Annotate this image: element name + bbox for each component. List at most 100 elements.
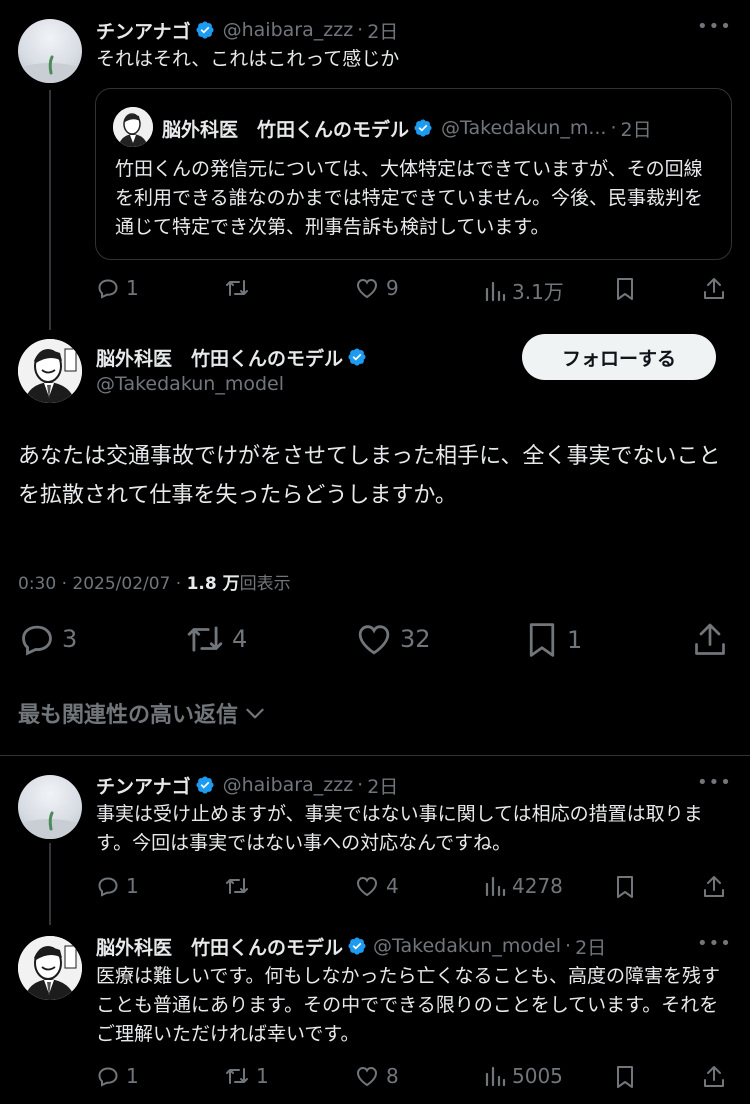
reply-count: 1 [126, 874, 139, 898]
separator-dot: · [357, 774, 364, 796]
more-icon[interactable]: ••• [697, 16, 732, 37]
views-count: 3.1万 [512, 280, 564, 304]
author-name[interactable]: 脳外科医 竹田くんのモデル [96, 344, 343, 371]
quote-author-handle[interactable]: @Takedakun_m... [441, 117, 606, 139]
share-button[interactable] [702, 874, 726, 900]
reply-count: 1 [126, 1064, 139, 1088]
avatar[interactable] [18, 19, 82, 83]
repost-button[interactable] [224, 276, 250, 300]
like-icon [356, 876, 378, 897]
doctor-avatar-image [18, 936, 82, 1000]
like-button[interactable]: 4 [354, 874, 399, 898]
share-button[interactable] [692, 620, 728, 660]
garden-eel-image [18, 811, 82, 839]
reply-button[interactable]: 1 [96, 276, 139, 300]
more-icon[interactable]: ••• [697, 933, 732, 954]
reply-button[interactable]: 1 [96, 874, 139, 898]
post-timestamp[interactable]: 0:30 · 2025/02/07 · [18, 574, 187, 594]
reply-count: 1 [126, 276, 139, 300]
quote-author-name[interactable]: 脳外科医 竹田くんのモデル [162, 115, 409, 142]
share-icon [704, 1066, 724, 1087]
separator-dot: · [565, 935, 572, 957]
bookmark-button[interactable] [613, 1064, 637, 1090]
garden-eel-image [18, 55, 82, 83]
verified-badge-icon [196, 776, 214, 794]
bookmark-icon [617, 876, 633, 898]
reply-sort-selector[interactable]: 最も関連性の高い返信 [18, 697, 268, 729]
repost-count: 1 [256, 1064, 269, 1088]
bookmark-button[interactable]: 1 [523, 620, 582, 660]
views-button[interactable]: 4278 [484, 874, 563, 898]
separator-dot: · [610, 117, 617, 139]
views-icon [485, 281, 506, 301]
avatar[interactable] [18, 339, 82, 403]
reply-icon [98, 279, 118, 299]
like-icon [356, 1066, 378, 1087]
like-button[interactable]: 8 [354, 1064, 399, 1088]
views-icon [485, 876, 506, 897]
author-handle[interactable]: @Takedakun_model [373, 935, 561, 957]
views-button[interactable]: 5005 [484, 1064, 563, 1088]
like-count: 9 [386, 276, 399, 300]
more-icon[interactable]: ••• [697, 772, 732, 793]
like-count: 4 [386, 874, 399, 898]
follow-button[interactable]: フォローする [522, 334, 716, 380]
repost-icon [226, 1068, 248, 1084]
views-icon [485, 1066, 506, 1087]
share-icon [695, 623, 725, 655]
reply-icon [98, 877, 118, 897]
quote-text: 竹田くんの発信元については、大体特定はできていますが、その回線を利用できる誰なの… [115, 158, 704, 238]
quote-avatar[interactable] [113, 107, 153, 147]
author-handle[interactable]: @Takedakun_model [96, 373, 284, 395]
avatar[interactable] [18, 936, 82, 1000]
bookmark-button[interactable] [613, 874, 637, 900]
verified-badge-icon [414, 119, 432, 137]
share-button[interactable] [702, 1064, 726, 1090]
repost-button[interactable]: 1 [224, 1064, 269, 1088]
views-count: 5005 [512, 1064, 563, 1088]
bookmark-button[interactable] [613, 276, 637, 302]
author-handle[interactable]: @haibara_zzz [223, 19, 354, 41]
author-name[interactable]: 脳外科医 竹田くんのモデル [96, 933, 343, 960]
views-count: 4278 [512, 874, 563, 898]
like-button[interactable]: 32 [354, 620, 431, 658]
author-name[interactable]: チンアナゴ [96, 772, 191, 799]
views-button[interactable]: 3.1万 [484, 276, 564, 305]
quote-time[interactable]: 2日 [621, 115, 652, 142]
repost-icon [187, 626, 223, 652]
share-icon [704, 876, 724, 897]
like-icon [356, 278, 378, 299]
bookmark-count: 1 [567, 626, 583, 654]
like-button[interactable]: 9 [354, 276, 399, 300]
reply-icon [98, 1067, 118, 1087]
author-handle[interactable]: @haibara_zzz [223, 774, 354, 796]
verified-badge-icon [348, 348, 366, 366]
doctor-avatar-image [113, 107, 153, 147]
like-count: 32 [400, 625, 431, 653]
doctor-avatar-image [18, 339, 82, 403]
avatar[interactable] [18, 775, 82, 839]
views-count: 1.8 万 [186, 574, 240, 594]
repost-icon [226, 280, 248, 296]
thread-line [49, 90, 51, 330]
author-name[interactable]: チンアナゴ [96, 17, 191, 44]
reply-sort-label: 最も関連性の高い返信 [18, 703, 239, 728]
post-text: それはそれ、これはこれって感じか [96, 48, 400, 70]
divider [0, 755, 750, 756]
repost-button[interactable]: 4 [184, 620, 247, 658]
like-count: 8 [386, 1064, 399, 1088]
post-meta: 0:30 · 2025/02/07 · 1.8 万回表示 [18, 569, 291, 594]
verified-badge-icon [196, 21, 214, 39]
repost-icon [226, 878, 248, 894]
reply-icon [22, 625, 52, 656]
chevron-down-icon [246, 708, 264, 719]
bookmark-icon [529, 623, 555, 657]
post-time[interactable]: 2日 [367, 772, 398, 799]
share-button[interactable] [702, 276, 726, 302]
repost-button[interactable] [224, 874, 250, 898]
reply-button[interactable]: 3 [18, 620, 77, 658]
post-time[interactable]: 2日 [367, 17, 398, 44]
bookmark-icon [617, 1066, 633, 1088]
post-time[interactable]: 2日 [575, 933, 606, 960]
reply-button[interactable]: 1 [96, 1064, 139, 1088]
